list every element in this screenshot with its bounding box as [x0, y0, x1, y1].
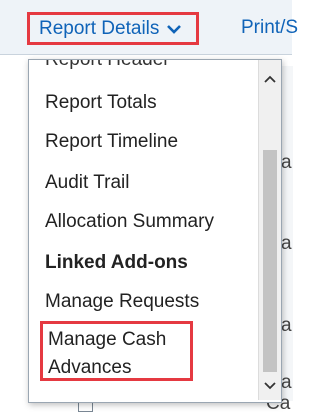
menu-item-allocation-summary[interactable]: Allocation Summary — [45, 211, 255, 233]
background-fragment: a — [281, 233, 292, 254]
menu-item-audit-trail[interactable]: Audit Trail — [45, 172, 255, 194]
report-details-label: Report Details — [39, 17, 160, 39]
menu-item-report-header[interactable]: Report Header — [45, 60, 255, 71]
dropdown-scrollbar[interactable] — [258, 60, 281, 400]
chevron-down-icon — [167, 24, 182, 34]
menu-item-linked-add-ons[interactable]: Linked Add-ons — [45, 252, 255, 274]
background-fragment: a — [281, 315, 292, 336]
scrollbar-thumb[interactable] — [263, 150, 277, 372]
report-details-dropdown: Report Header Report Totals Report Timel… — [28, 59, 282, 403]
manage-cash-advances-line2: Advances — [48, 357, 132, 378]
top-toolbar: Report Details Print/S — [0, 0, 298, 55]
menu-item-report-timeline[interactable]: Report Timeline — [45, 131, 255, 153]
menu-item-manage-requests[interactable]: Manage Requests — [45, 291, 255, 313]
report-details-button[interactable]: Report Details — [27, 12, 199, 45]
menu-item-manage-cash-advances[interactable]: Manage Cash Advances — [40, 321, 193, 381]
background-fragment: a — [281, 372, 292, 393]
print-link[interactable]: Print/S — [241, 17, 298, 39]
background-fragment: a — [281, 152, 292, 173]
manage-cash-advances-line1: Manage Cash — [48, 329, 167, 350]
menu-item-report-totals[interactable]: Report Totals — [45, 92, 255, 114]
scroll-down-icon[interactable] — [259, 374, 281, 396]
scroll-up-icon[interactable] — [259, 68, 281, 90]
